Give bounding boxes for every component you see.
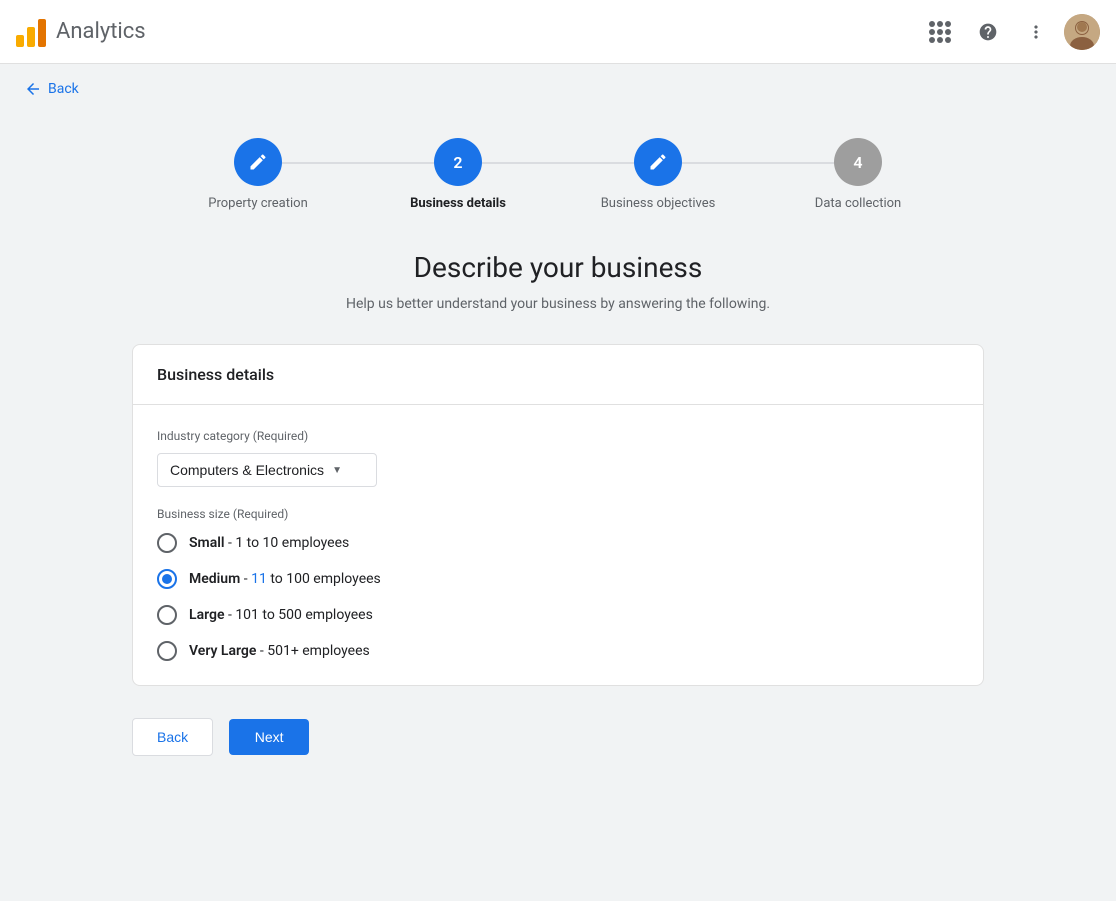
analytics-logo bbox=[16, 17, 46, 47]
business-size-field: Business size (Required) Small - 1 to 10… bbox=[157, 507, 959, 661]
step-1-pencil-icon bbox=[248, 152, 268, 172]
user-avatar[interactable] bbox=[1064, 14, 1100, 50]
help-button[interactable] bbox=[968, 12, 1008, 52]
footer-buttons: Back Next bbox=[132, 718, 984, 756]
app-title: Analytics bbox=[56, 19, 146, 44]
business-size-radio-group: Small - 1 to 10 employees Medium - 11 to… bbox=[157, 533, 959, 661]
industry-label: Industry category (Required) bbox=[157, 429, 959, 443]
apps-button[interactable] bbox=[920, 12, 960, 52]
page-heading: Describe your business Help us better un… bbox=[132, 251, 984, 312]
radio-small[interactable]: Small - 1 to 10 employees bbox=[157, 533, 959, 553]
radio-very-large-name: Very Large bbox=[189, 643, 256, 659]
radio-medium-label: Medium - 11 to 100 employees bbox=[189, 571, 381, 587]
business-size-label: Business size (Required) bbox=[157, 507, 959, 521]
radio-very-large[interactable]: Very Large - 501+ employees bbox=[157, 641, 959, 661]
step-3: Business objectives bbox=[558, 138, 758, 211]
radio-very-large-label: Very Large - 501+ employees bbox=[189, 643, 370, 659]
logo-bar-1 bbox=[16, 35, 24, 47]
next-button[interactable]: Next bbox=[229, 719, 309, 755]
step-1: Property creation bbox=[158, 138, 358, 211]
step-4-number: 4 bbox=[853, 153, 862, 172]
radio-large-outer bbox=[157, 605, 177, 625]
radio-large-label: Large - 101 to 500 employees bbox=[189, 607, 373, 623]
radio-very-large-outer bbox=[157, 641, 177, 661]
step-2-circle: 2 bbox=[434, 138, 482, 186]
card-title: Business details bbox=[157, 365, 959, 384]
industry-category-field: Industry category (Required) Computers &… bbox=[157, 429, 959, 487]
radio-medium[interactable]: Medium - 11 to 100 employees bbox=[157, 569, 959, 589]
card-header: Business details bbox=[133, 345, 983, 405]
logo-bar-3 bbox=[38, 19, 46, 47]
step-2: 2 Business details bbox=[358, 138, 558, 211]
step-2-number: 2 bbox=[453, 153, 462, 172]
header-right bbox=[920, 12, 1100, 52]
help-icon bbox=[978, 22, 998, 42]
radio-medium-desc1: - bbox=[240, 571, 251, 587]
step-3-pencil-icon bbox=[648, 152, 668, 172]
avatar-image bbox=[1064, 14, 1100, 50]
business-details-card: Business details Industry category (Requ… bbox=[132, 344, 984, 686]
back-arrow-icon bbox=[24, 80, 42, 98]
more-options-button[interactable] bbox=[1016, 12, 1056, 52]
dropdown-arrow-icon: ▼ bbox=[332, 465, 342, 476]
step-2-label: Business details bbox=[410, 196, 506, 211]
app-header: Analytics bbox=[0, 0, 1116, 64]
industry-value: Computers & Electronics bbox=[170, 462, 324, 478]
step-4-circle: 4 bbox=[834, 138, 882, 186]
avatar-svg bbox=[1064, 14, 1100, 50]
logo-bar-2 bbox=[27, 27, 35, 47]
radio-medium-desc2: to 100 employees bbox=[267, 571, 381, 587]
radio-large-desc: - 101 to 500 employees bbox=[225, 607, 373, 623]
step-1-label: Property creation bbox=[208, 196, 308, 211]
radio-small-outer bbox=[157, 533, 177, 553]
page-subheading: Help us better understand your business … bbox=[132, 296, 984, 312]
main-content: Property creation 2 Business details Bus… bbox=[108, 114, 1008, 796]
radio-medium-inner bbox=[162, 574, 172, 584]
radio-medium-name: Medium bbox=[189, 571, 240, 587]
back-button[interactable]: Back bbox=[132, 718, 213, 756]
stepper: Property creation 2 Business details Bus… bbox=[132, 114, 984, 251]
back-link[interactable]: Back bbox=[0, 64, 103, 114]
step-3-label: Business objectives bbox=[601, 196, 716, 211]
radio-medium-outer bbox=[157, 569, 177, 589]
radio-small-desc: - 1 to 10 employees bbox=[225, 535, 350, 551]
step-1-circle bbox=[234, 138, 282, 186]
step-4: 4 Data collection bbox=[758, 138, 958, 211]
card-body: Industry category (Required) Computers &… bbox=[133, 405, 983, 685]
radio-large-name: Large bbox=[189, 607, 225, 623]
step-4-label: Data collection bbox=[815, 196, 901, 211]
page-title: Describe your business bbox=[132, 251, 984, 284]
radio-small-name: Small bbox=[189, 535, 225, 551]
header-left: Analytics bbox=[16, 17, 146, 47]
radio-large[interactable]: Large - 101 to 500 employees bbox=[157, 605, 959, 625]
back-link-label: Back bbox=[48, 81, 79, 97]
step-3-circle bbox=[634, 138, 682, 186]
radio-medium-blue: 11 bbox=[251, 571, 267, 587]
radio-very-large-desc: - 501+ employees bbox=[256, 643, 369, 659]
industry-dropdown[interactable]: Computers & Electronics ▼ bbox=[157, 453, 377, 487]
more-vert-icon bbox=[1026, 22, 1046, 42]
radio-small-label: Small - 1 to 10 employees bbox=[189, 535, 349, 551]
apps-grid-icon bbox=[929, 21, 951, 43]
